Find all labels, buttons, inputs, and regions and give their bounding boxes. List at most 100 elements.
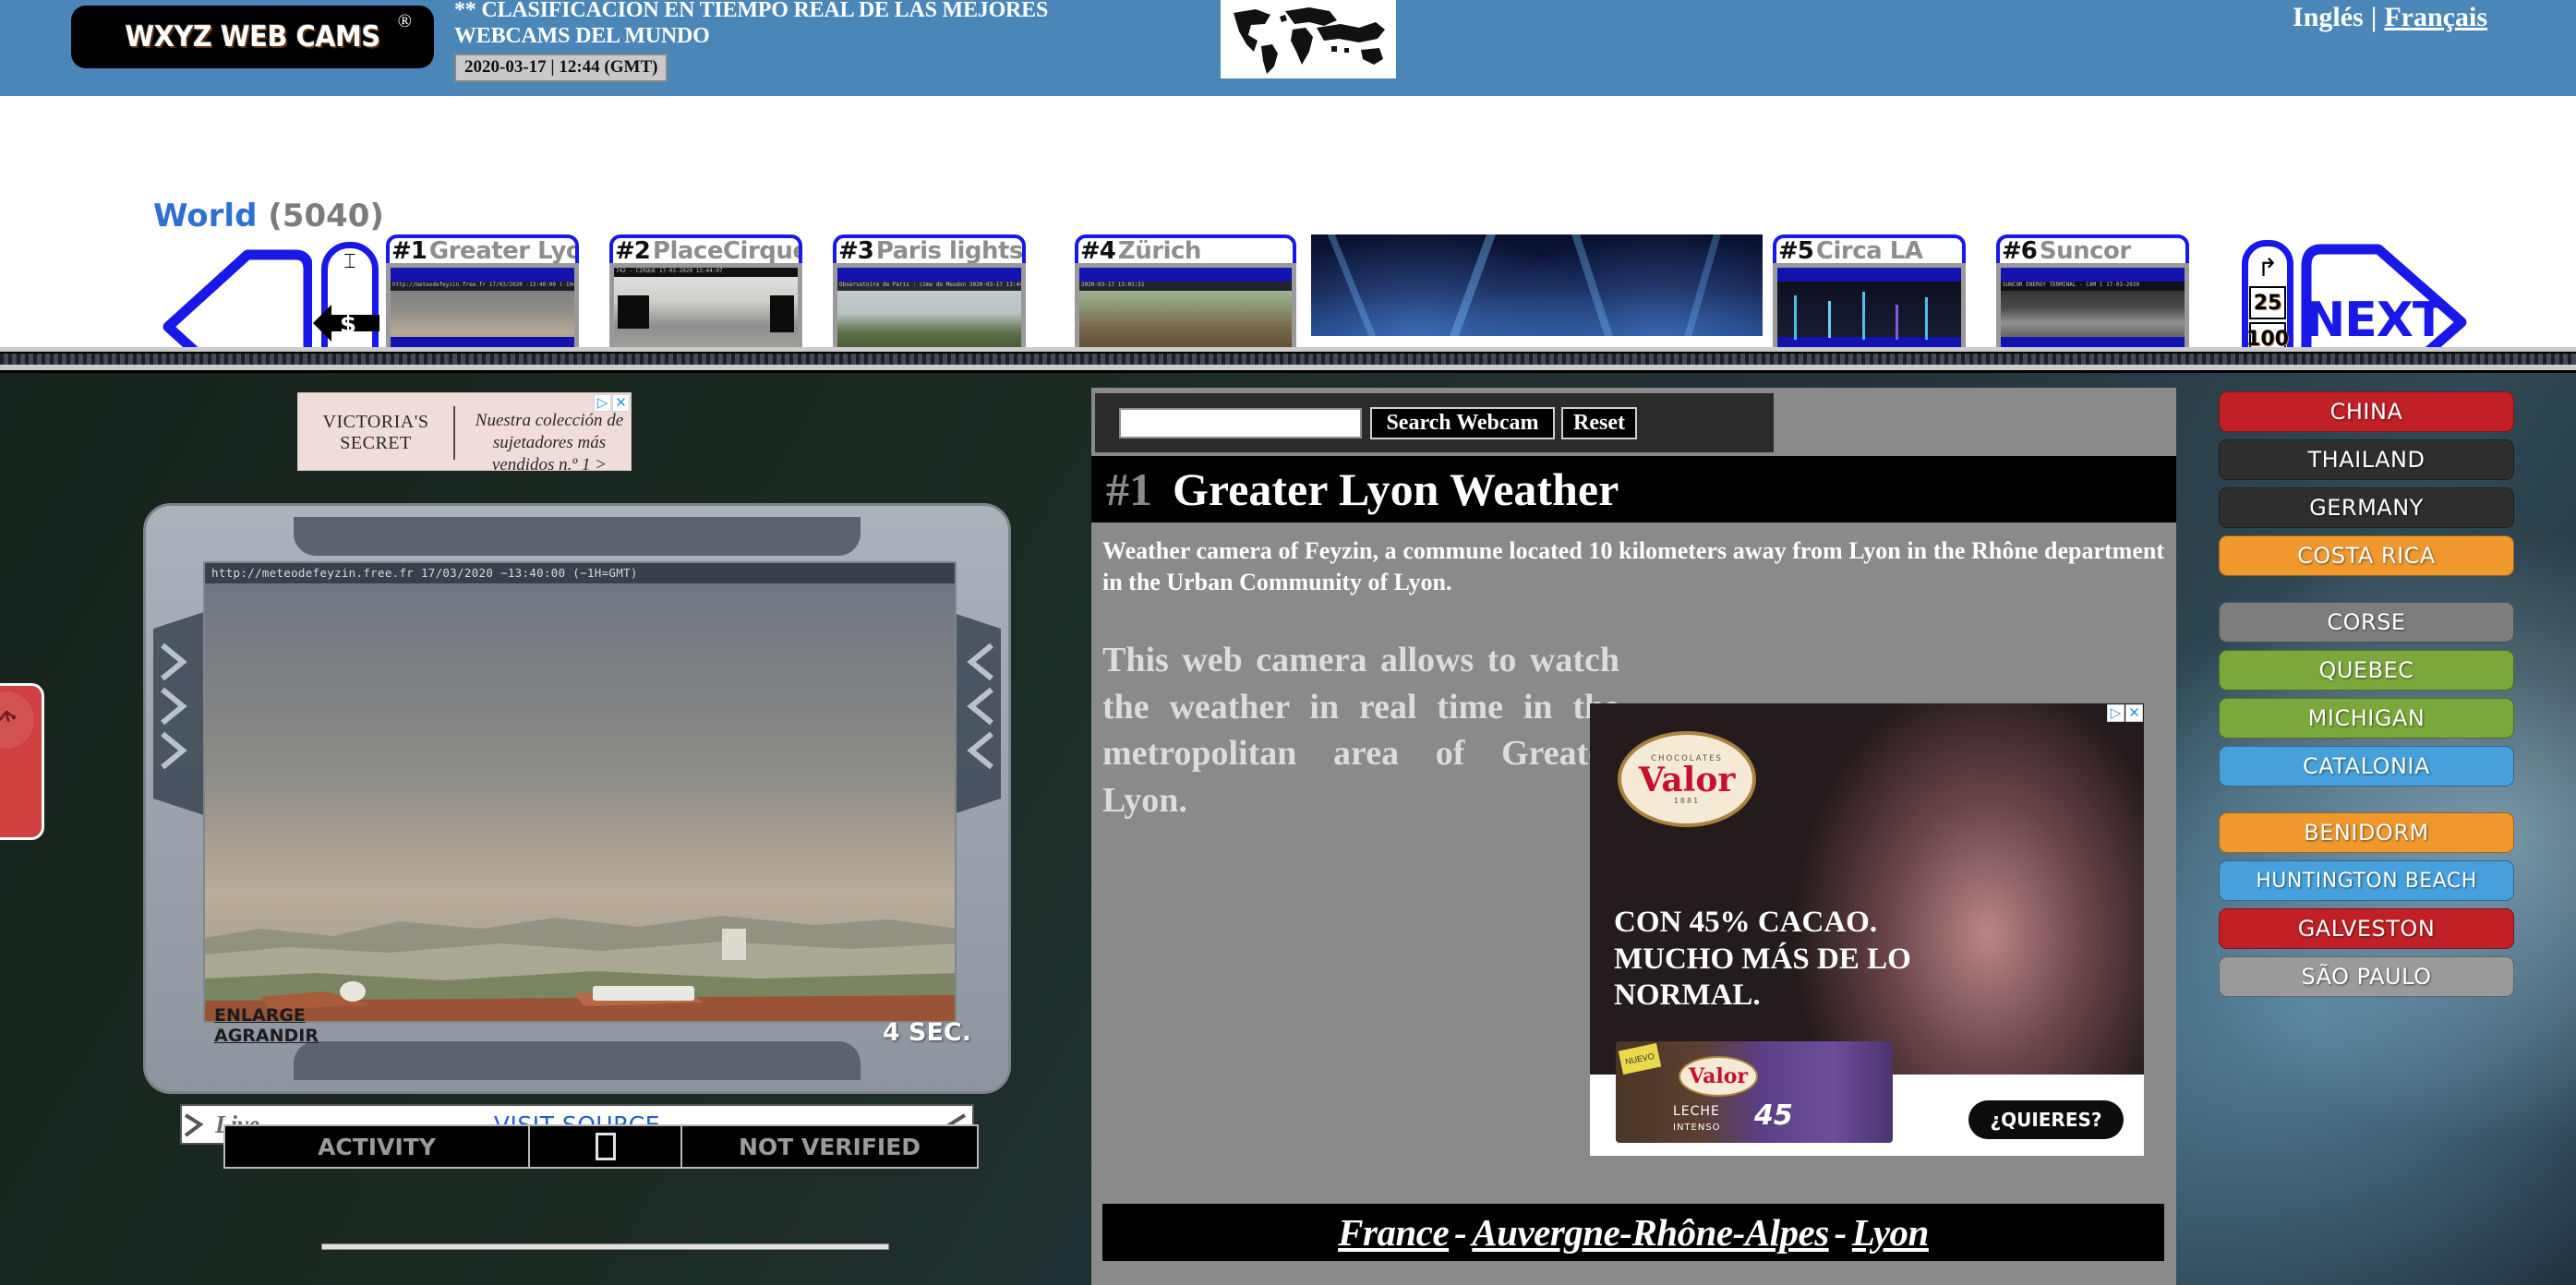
thumbnail-image[interactable]: 742 - CIRQUE 17-03-2020 13:44:07 xyxy=(609,263,802,355)
thumbnail-name: Circa LA xyxy=(1815,236,1923,263)
enlarge-label-en: ENLARGE xyxy=(214,1005,306,1027)
search-bar: Search Webcam Reset xyxy=(1095,393,1774,452)
close-ad-icon[interactable]: ✕ xyxy=(2125,704,2143,722)
thumbnail-rank: #3 xyxy=(838,236,874,263)
breadcrumb-country[interactable]: France xyxy=(1338,1211,1450,1254)
webcam-rank: #1 xyxy=(1106,463,1152,515)
refresh-icon[interactable]: ↱ xyxy=(2249,252,2286,283)
breadcrumb-city[interactable]: Lyon xyxy=(1852,1211,1930,1254)
ad-brand: VICTORIA'S SECRET xyxy=(322,412,429,453)
thumbnail-timestamp: 2020-03-17 13:01:51 xyxy=(1079,282,1292,291)
thumbnail-2[interactable]: #2 PlaceCirque 742 - CIRQUE 17-03-2020 1… xyxy=(609,234,802,355)
logo-text: WXYZ WEB CAMS xyxy=(125,20,380,54)
sidebar-item-catalonia[interactable]: CATALONIA xyxy=(2219,746,2514,787)
sidebar-item-corse[interactable]: CORSE xyxy=(2219,602,2514,642)
section-divider xyxy=(0,347,2576,373)
sidebar-item-thailand[interactable]: THAILAND xyxy=(2219,439,2514,480)
registered-trademark-icon: ® xyxy=(397,11,412,31)
thumbnail-image[interactable]: 2020-03-17 13:01:51 xyxy=(1075,263,1296,355)
sidebar-group-3: BENIDORM HUNTINGTON BEACH GALVESTON SÃO … xyxy=(2219,812,2514,997)
page-title-bar: #1 Greater Lyon Weather xyxy=(1091,456,2176,522)
sidebar-item-germany[interactable]: GERMANY xyxy=(2219,487,2514,528)
webcam-player: http://meteodefeyzin.free.fr 17/03/2020 … xyxy=(143,503,1011,1094)
thumbnail-timestamp: http://meteodefeyzin.free.fr 17/03/2020 … xyxy=(391,282,574,291)
ad-controls[interactable]: ▷ ✕ xyxy=(594,394,630,412)
thumbnail-caption: #5 Circa LA xyxy=(1773,234,1966,263)
pack-brand: Valor xyxy=(1679,1056,1758,1097)
ad-controls[interactable]: ▷ ✕ xyxy=(2107,704,2143,722)
sidebar-item-michigan[interactable]: MICHIGAN xyxy=(2219,698,2514,739)
thumbnail-caption: #3 Paris lights xyxy=(833,234,1026,263)
thumbnail-4[interactable]: #4 Zürich 2020-03-17 13:01:51 xyxy=(1075,234,1296,355)
pinterest-save-hover-badge[interactable]: 99 xyxy=(0,683,44,840)
valor-logo: CHOCOLATES Valor 1881 xyxy=(1618,731,1756,827)
webcam-live-image[interactable]: http://meteodefeyzin.free.fr 17/03/2020 … xyxy=(203,561,957,1023)
world-map-icon[interactable] xyxy=(1221,0,1396,78)
pinterest-logo-icon xyxy=(0,691,34,749)
page-size-25[interactable]: 25 xyxy=(2249,286,2286,319)
ad-copy: Nuestra colección de sujetadores más ven… xyxy=(475,411,624,474)
thumbnail-rank: #2 xyxy=(615,236,651,263)
adchoices-icon[interactable]: ▷ xyxy=(594,394,611,412)
thumbnail-6[interactable]: #6 Suncor SUNCOR ENERGY TERMINAL - CAM 1… xyxy=(1996,234,2189,355)
reset-button[interactable]: Reset xyxy=(1561,407,1637,439)
ad-divider xyxy=(453,406,455,460)
pack-badge: NUEVO xyxy=(1618,1042,1662,1075)
sidebar-group-1: CHINA THAILAND GERMANY COSTA RICA xyxy=(2219,391,2514,576)
thumbnail-caption: #4 Zürich xyxy=(1075,234,1296,263)
thumbnail-5[interactable]: #5 Circa LA xyxy=(1773,234,1966,355)
sidebar-item-galveston[interactable]: GALVESTON xyxy=(2219,908,2514,949)
valor-chocolate-ad[interactable]: CHOCOLATES Valor 1881 CON 45% CACAO. MUC… xyxy=(1590,703,2144,1156)
webcam-description: Weather camera of Feyzin, a commune loca… xyxy=(1102,537,2164,596)
sidebar-item-huntington-beach[interactable]: HUNTINGTON BEACH xyxy=(2219,860,2514,901)
featured-thumbnail[interactable] xyxy=(1311,234,1763,336)
close-ad-icon[interactable]: ✕ xyxy=(612,394,630,412)
site-tagline: ** CLASIFICACION EN TIEMPO REAL DE LAS M… xyxy=(454,0,1049,48)
search-webcam-button[interactable]: Search Webcam xyxy=(1370,407,1555,439)
svg-text:$: $ xyxy=(340,311,356,339)
thumbnail-image[interactable]: Observatoire de Paris : cime de Meudon 2… xyxy=(833,263,1026,355)
thumbnail-strip: World (5040) ⌶ ⌶ $ #1 Greater Lyon xyxy=(0,96,2576,404)
pack-variant: LECHE INTENSO xyxy=(1673,1104,1721,1133)
current-datetime: 2020-03-17 | 12:44 (GMT) xyxy=(454,54,668,82)
thumbnail-name: Zürich xyxy=(1117,236,1202,263)
thumbnail-3[interactable]: #3 Paris lights Observatoire de Paris : … xyxy=(833,234,1026,355)
thumbnail-caption: #2 PlaceCirque xyxy=(609,234,802,263)
search-input[interactable] xyxy=(1119,408,1362,438)
world-count-value: (5040) xyxy=(268,198,384,234)
sidebar-item-quebec[interactable]: QUEBEC xyxy=(2219,650,2514,691)
site-logo[interactable]: WXYZ WEB CAMS ® xyxy=(71,6,434,68)
breadcrumb-region[interactable]: Auvergne-Rhône-Alpes xyxy=(1472,1211,1829,1254)
valor-cta-button[interactable]: ¿QUIERES? xyxy=(1968,1100,2124,1139)
thumbnail-timestamp: 742 - CIRQUE 17-03-2020 13:44:07 xyxy=(614,268,798,277)
valor-headline: CON 45% CACAO. MUCHO MÁS DE LO NORMAL. xyxy=(1614,906,1911,1013)
sidebar-group-2: CORSE QUEBEC MICHIGAN CATALONIA xyxy=(2219,602,2514,787)
enlarge-link[interactable]: ENLARGE AGRANDIR xyxy=(214,1005,319,1047)
language-switcher[interactable]: Inglés | Français xyxy=(2293,2,2487,33)
thumbnail-image[interactable] xyxy=(1773,263,1966,355)
pack-percentage: 45 xyxy=(1754,1099,1793,1132)
activity-progress-rule xyxy=(321,1243,889,1250)
bezel-left-chevrons xyxy=(159,630,192,770)
dollar-arrow-icon: $ xyxy=(311,296,383,350)
adchoices-icon[interactable]: ▷ xyxy=(2107,704,2125,722)
breadcrumb: France - Auvergne-Rhône-Alpes - Lyon xyxy=(1102,1204,2164,1261)
sidebar-item-benidorm[interactable]: BENIDORM xyxy=(2219,812,2514,853)
thumbnail-image[interactable]: SUNCOR ENERGY TERMINAL - CAM 1 17-03-202… xyxy=(1996,263,2189,355)
thumbnail-image[interactable]: http://meteodefeyzin.free.fr 17/03/2020 … xyxy=(386,263,579,355)
thumbnail-1[interactable]: #1 Greater Lyon http://meteodefeyzin.fre… xyxy=(386,234,579,355)
breadcrumb-separator: - xyxy=(1454,1211,1467,1254)
thumbnail-rank: #1 xyxy=(391,236,427,263)
victorias-secret-ad[interactable]: VICTORIA'S SECRET Nuestra colección de s… xyxy=(297,392,632,474)
sidebar-item-china[interactable]: CHINA xyxy=(2219,391,2514,432)
thumbnail-caption: #6 Suncor xyxy=(1996,234,2189,263)
webcam-long-description: This web camera allows to watch the weat… xyxy=(1102,641,1619,820)
language-english[interactable]: Inglés xyxy=(2293,2,2364,32)
breadcrumb-separator: - xyxy=(1834,1211,1848,1254)
sidebar-item-sao-paulo[interactable]: SÃO PAULO xyxy=(2219,956,2514,997)
language-french[interactable]: Français xyxy=(2384,2,2487,32)
activity-level-indicator xyxy=(530,1126,682,1167)
sidebar-item-costa-rica[interactable]: COSTA RICA xyxy=(2219,535,2514,576)
page-title: Greater Lyon Weather xyxy=(1173,463,1619,515)
